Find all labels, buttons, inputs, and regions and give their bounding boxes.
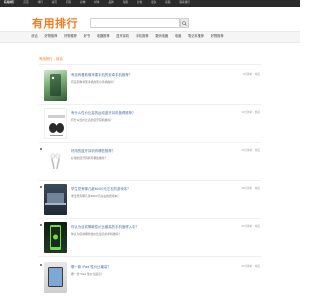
nav-item[interactable]: 数码电器 <box>152 35 172 38</box>
list-item: 好用的蓝牙耳机有哪些推荐？ 好用的蓝牙耳机有哪些推荐？ 15分钟前 · 热度 <box>0 146 300 182</box>
nav-item[interactable]: 手机推荐 <box>132 35 152 38</box>
search-box <box>90 18 180 37</box>
top-bar: 有用排行 首页 排行 资讯 问答 好物 榜单 品牌 专题 分类 更多 投稿 联系… <box>0 0 300 7</box>
item-thumbnail[interactable] <box>44 108 67 139</box>
bullet-icon <box>40 186 42 188</box>
divider <box>39 180 261 181</box>
divider <box>39 64 261 65</box>
nav-item[interactable]: 电器推荐 <box>93 35 113 38</box>
divider <box>39 218 261 219</box>
item-thumbnail[interactable] <box>44 184 67 215</box>
item-title[interactable]: 学生党有哪几款6000元左右的游戏本？ <box>71 187 131 191</box>
nav-item[interactable]: 综合 <box>28 35 41 38</box>
breadcrumb[interactable]: 有用排行 - 综合 <box>39 57 63 61</box>
item-meta: 25分钟前 · 热度 <box>241 265 260 268</box>
item-meta: 18分钟前 · 热度 <box>241 187 260 190</box>
item-meta: 12分钟前 · 热度 <box>241 111 260 114</box>
item-title[interactable]: 你认为目前哪款性价比最高的手机值得入手？ <box>71 225 139 229</box>
item-subtitle: 有什么性价比高的蓝牙耳机推荐？ <box>71 118 113 122</box>
main-nav: 综合 好物推荐 好物推荐 好书 电器推荐 蓝牙耳机 手机推荐 数码电器 电脑 笔… <box>0 31 300 43</box>
item-thumbnail[interactable] <box>44 222 67 253</box>
topbar-link[interactable]: 首页 <box>23 2 28 5</box>
list-item: 你认为目前哪款性价比最高的手机值得入手？ 你认为目前哪款性价比最高的手机推荐？ … <box>0 222 300 258</box>
search-button[interactable] <box>180 18 189 28</box>
nav-item[interactable]: 好书 <box>80 35 93 38</box>
bullet-icon <box>40 224 42 226</box>
divider <box>39 142 261 143</box>
topbar-link[interactable]: 好物 <box>80 2 85 5</box>
bullet-icon <box>40 264 42 266</box>
bullet-icon <box>40 148 42 150</box>
item-title[interactable]: 好用的蓝牙耳机有哪些推荐？ <box>71 149 115 153</box>
item-meta: 9分钟前 · 热度 <box>242 73 260 76</box>
item-thumbnail[interactable] <box>44 146 67 177</box>
topbar-link[interactable]: 专题 <box>123 2 128 5</box>
search-icon <box>182 20 187 26</box>
topbar-site-name[interactable]: 有用排行 <box>4 2 14 5</box>
item-thumbnail[interactable] <box>44 262 67 293</box>
item-subtitle: 好用的蓝牙耳机有哪些推荐？ <box>71 156 108 160</box>
topbar-link[interactable]: 品牌 <box>109 2 114 5</box>
nav-item[interactable]: 好物推荐 <box>41 35 61 38</box>
item-meta: 15分钟前 · 热度 <box>241 149 260 152</box>
nav-item[interactable]: 好物推荐 <box>207 35 227 38</box>
divider <box>39 256 261 257</box>
topbar-link[interactable]: 分类 <box>137 2 142 5</box>
topbar-link[interactable]: 榜单 <box>94 2 99 5</box>
item-title[interactable]: 有什么性价比高的运动蓝牙耳机值得推荐？ <box>71 111 135 115</box>
site-logo[interactable]: 有用排行 <box>32 18 78 29</box>
topbar-link[interactable]: 资讯 <box>52 2 57 5</box>
topbar-link[interactable]: 排行 <box>38 2 43 5</box>
topbar-link[interactable]: 问答 <box>66 2 71 5</box>
item-subtitle: 有没有像苹果手机的安卓手机推荐？ <box>71 80 116 84</box>
list-item: 哪一款 iPad 性价比最高？ 哪一款 iPad 性价比最高？ 25分钟前 · … <box>0 262 300 298</box>
nav-item[interactable]: 笔记本推荐 <box>185 35 208 38</box>
topbar-link[interactable]: 联系我们 <box>179 2 189 5</box>
nav-item[interactable]: 电脑 <box>172 35 185 38</box>
nav-item[interactable]: 蓝牙耳机 <box>113 35 133 38</box>
item-title[interactable]: 哪一款 iPad 性价比最高？ <box>71 265 111 269</box>
item-subtitle: 你认为目前哪款性价比最高的手机推荐？ <box>71 232 122 236</box>
list-item: 有没有看着像苹果手机的安卓手机推荐？ 有没有像苹果手机的安卓手机推荐？ 9分钟前… <box>0 70 300 106</box>
item-meta: 22分钟前 · 热度 <box>241 225 260 228</box>
topbar-link[interactable]: 更多 <box>151 2 156 5</box>
item-subtitle: 哪一款 iPad 性价比最高？ <box>71 272 104 276</box>
divider <box>39 104 261 105</box>
list-item: 学生党有哪几款6000元左右的游戏本？ 学生党有哪几款6000元左右的游戏本？ … <box>0 184 300 220</box>
nav-item[interactable]: 好物推荐 <box>61 35 81 38</box>
item-subtitle: 学生党有哪几款6000元左右的游戏本？ <box>71 194 121 198</box>
topbar-link[interactable]: 投稿 <box>165 2 170 5</box>
site-header: 有用排行 <box>0 7 300 37</box>
item-title[interactable]: 有没有看着像苹果手机的安卓手机推荐？ <box>71 73 132 77</box>
item-thumbnail[interactable] <box>44 70 67 101</box>
list-item: 有什么性价比高的运动蓝牙耳机值得推荐？ 有什么性价比高的蓝牙耳机推荐？ 12分钟… <box>0 108 300 144</box>
